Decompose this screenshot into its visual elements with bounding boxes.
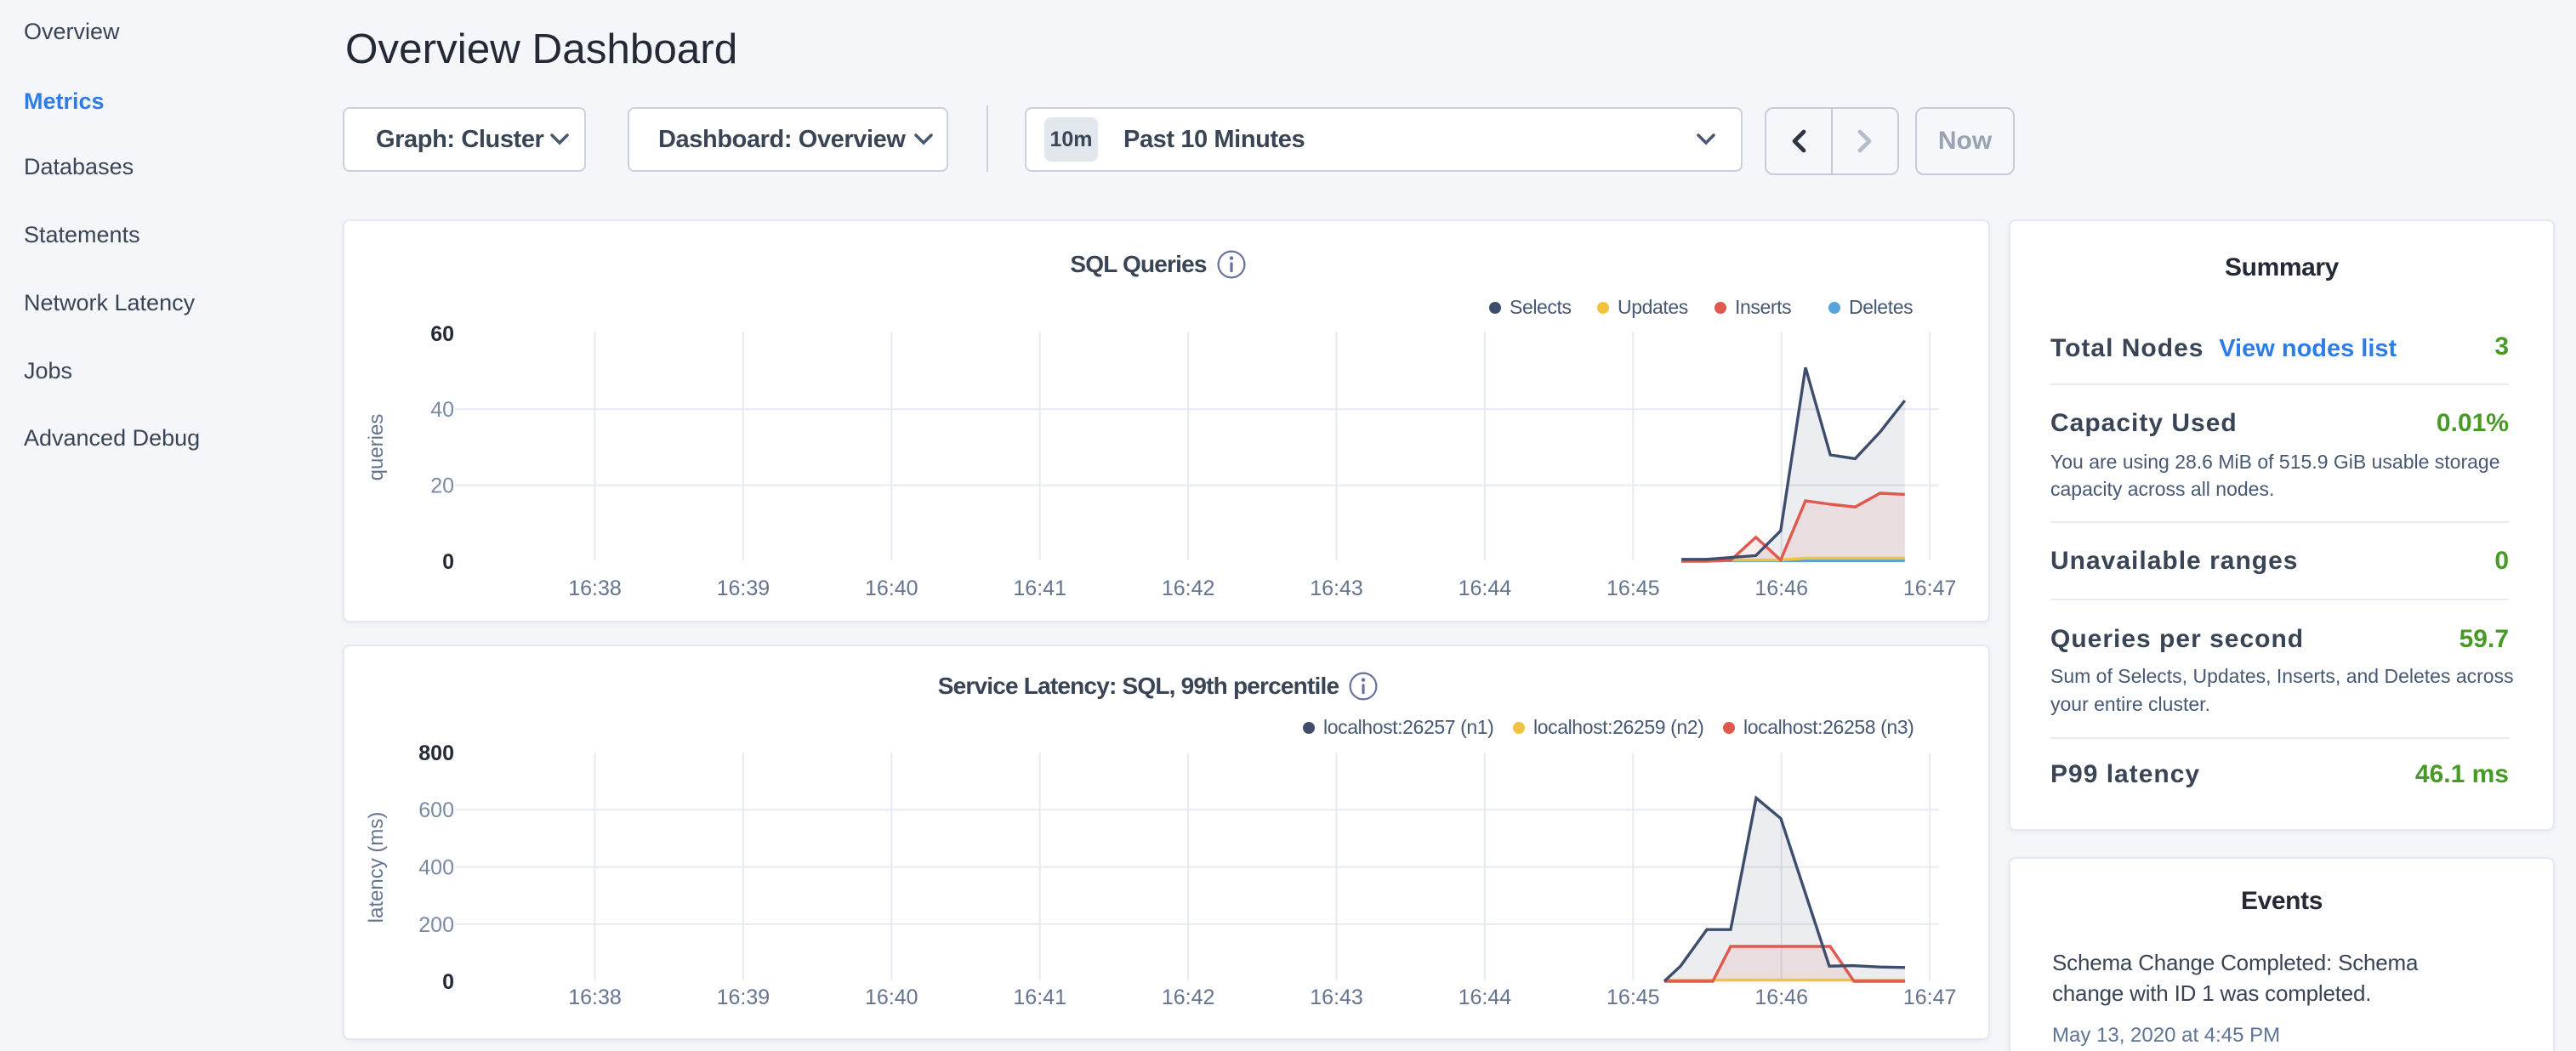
- svg-text:200: 200: [418, 913, 454, 937]
- svg-text:16:44: 16:44: [1459, 577, 1512, 600]
- svg-text:20: 20: [430, 474, 454, 497]
- svg-text:16:38: 16:38: [568, 986, 622, 1009]
- svg-text:400: 400: [418, 856, 454, 880]
- svg-text:16:40: 16:40: [865, 577, 918, 600]
- svg-text:16:40: 16:40: [865, 986, 918, 1009]
- svg-text:60: 60: [430, 322, 454, 346]
- svg-text:0: 0: [442, 550, 454, 574]
- svg-text:0: 0: [442, 970, 454, 994]
- svg-text:16:38: 16:38: [568, 577, 622, 600]
- svg-text:16:47: 16:47: [1903, 986, 1957, 1009]
- svg-text:16:42: 16:42: [1162, 986, 1215, 1009]
- svg-text:16:41: 16:41: [1013, 986, 1066, 1009]
- svg-text:16:42: 16:42: [1162, 577, 1215, 600]
- svg-text:queries: queries: [365, 414, 388, 481]
- svg-text:16:39: 16:39: [717, 577, 771, 600]
- svg-text:600: 600: [418, 798, 454, 822]
- svg-text:16:39: 16:39: [717, 986, 771, 1009]
- svg-text:16:44: 16:44: [1459, 986, 1512, 1009]
- svg-text:16:41: 16:41: [1013, 577, 1066, 600]
- svg-text:16:46: 16:46: [1754, 577, 1808, 600]
- svg-text:16:43: 16:43: [1310, 577, 1363, 600]
- svg-text:16:45: 16:45: [1606, 986, 1660, 1009]
- svg-text:16:46: 16:46: [1754, 986, 1808, 1009]
- svg-text:40: 40: [430, 398, 454, 422]
- svg-text:latency (ms): latency (ms): [365, 812, 388, 923]
- svg-text:16:45: 16:45: [1606, 577, 1660, 600]
- svg-text:16:47: 16:47: [1903, 577, 1957, 600]
- svg-text:800: 800: [418, 741, 454, 765]
- svg-text:16:43: 16:43: [1310, 986, 1363, 1009]
